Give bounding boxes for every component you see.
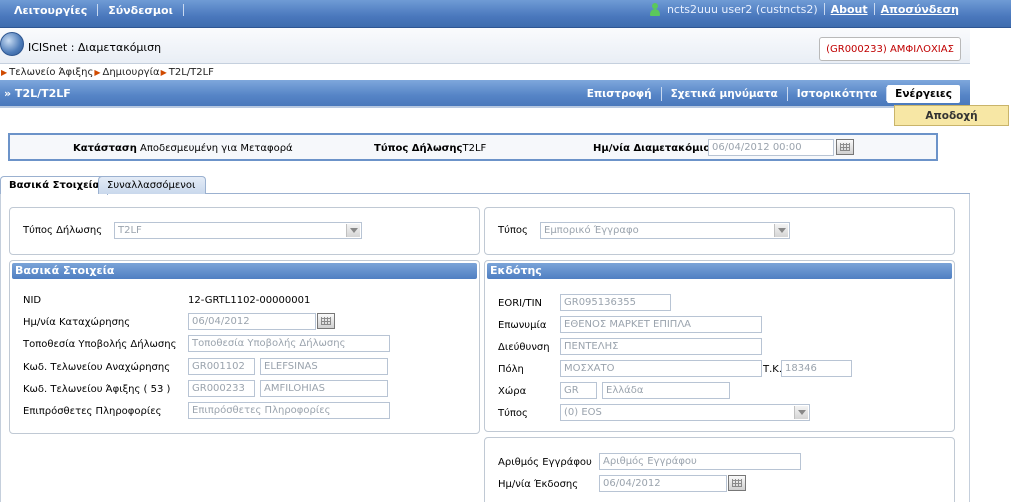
declaration-type-select[interactable]: T2LF: [114, 222, 362, 239]
declaration-type-value: T2LF: [118, 225, 142, 236]
status-type-value: T2LF: [462, 143, 487, 154]
company-name-label: Επωνυμία: [498, 320, 547, 331]
eori-input[interactable]: GR095136355: [560, 294, 671, 311]
departure-office-label: Κωδ. Τελωνείου Αναχώρησης: [23, 362, 171, 373]
breadcrumb-item[interactable]: Δημιουργία: [102, 67, 159, 78]
extra-info-input[interactable]: Επιπρόσθετες Πληροφορίες: [188, 402, 390, 419]
status-date-label: Ημ/νία Διαμετακόμισης: [593, 143, 725, 154]
office-badge: (GR000233) ΑΜΦΙΛΟΧΙΑΣ: [819, 37, 961, 61]
city-input[interactable]: ΜΟΣΧΑΤΟ: [560, 360, 762, 377]
arrival-office-name-input[interactable]: AMFILOHIAS: [260, 380, 388, 397]
document-type-value: Εμπορικό Έγγραφο: [544, 225, 639, 236]
nid-label: NID: [23, 295, 42, 306]
status-state-label: Κατάσταση: [73, 143, 137, 154]
logout-link[interactable]: Αποσύνδεση: [881, 3, 959, 16]
page-title-bar: » T2L/T2LF Επιστροφή Σχετικά μηνύματα Ισ…: [0, 80, 970, 108]
breadcrumb: ▶ Τελωνείο Άφιξης ▶ Δημιουργία ▶ T2L/T2L…: [0, 65, 214, 79]
basic-info-header: Βασικά Στοιχεία: [12, 263, 477, 279]
arrival-office-code-input[interactable]: GR000233: [188, 380, 255, 397]
nid-value: 12-GRTL1102-00000001: [188, 295, 311, 306]
location-input[interactable]: Τοποθεσία Υποβολής Δήλωσης: [188, 335, 390, 352]
arrival-office-label: Κωδ. Τελωνείου Άφιξης ( 53 ): [23, 384, 171, 395]
document-type-panel: Τύπος Εμπορικό Έγγραφο: [484, 207, 955, 255]
city-label: Πόλη: [498, 364, 524, 375]
user-name: ncts2uuu user2 (custncts2): [666, 2, 818, 16]
country-label: Χώρα: [498, 386, 527, 397]
user-divider: [823, 3, 825, 15]
registration-date-input[interactable]: 06/04/2012: [188, 313, 316, 330]
status-box: Κατάσταση Αποδεσμευμένη για Μεταφορά Τύπ…: [8, 133, 938, 161]
user-icon: [649, 2, 661, 16]
document-type-select[interactable]: Εμπορικό Έγγραφο: [540, 222, 790, 239]
extra-info-label: Επιπρόσθετες Πληροφορίες: [23, 406, 162, 417]
actions-menu-button[interactable]: Ενέργειες: [887, 85, 960, 103]
calendar-icon[interactable]: [836, 139, 854, 155]
calendar-icon[interactable]: [728, 475, 746, 491]
document-number-label: Αριθμός Εγγράφου: [498, 457, 592, 468]
address-input[interactable]: ΠΕΝΤΕΛΗΣ: [560, 338, 762, 355]
status-date: Ημ/νία Διαμετακόμισης: [593, 143, 724, 154]
postal-code-input[interactable]: 18346: [781, 360, 852, 377]
page-title: » T2L/T2LF: [4, 87, 71, 100]
breadcrumb-item[interactable]: Τελωνείο Άφιξης: [9, 67, 93, 78]
departure-office-name-input[interactable]: ELEFSINAS: [260, 358, 388, 375]
postal-code-label: Τ.Κ.: [763, 364, 783, 375]
issuer-type-label: Τύπος: [498, 408, 528, 419]
tab-strip: Βασικά Στοιχεία Συναλλασσόμενοι: [0, 176, 970, 195]
declaration-type-panel: Τύπος Δήλωσης T2LF: [9, 207, 480, 255]
tab-parties[interactable]: Συναλλασσόμενοι: [98, 176, 206, 194]
back-button[interactable]: Επιστροφή: [578, 88, 661, 100]
breadcrumb-arrow-icon: ▶: [160, 67, 167, 77]
chevron-down-icon[interactable]: [774, 224, 788, 237]
user-area: ncts2uuu user2 (custncts2) About Αποσύνδ…: [649, 0, 959, 18]
top-menu-bar: Λειτουργίες Σύνδεσμοι ncts2uuu user2 (cu…: [0, 0, 1011, 28]
status-state-value: Αποδεσμευμένη για Μεταφορά: [140, 143, 293, 154]
page-actions: Επιστροφή Σχετικά μηνύματα Ιστορικότητα …: [578, 84, 960, 104]
registration-date-label: Ημ/νία Καταχώρησης: [23, 317, 131, 328]
accept-menu-item[interactable]: Αποδοχή: [894, 105, 1009, 126]
issue-date-label: Ημ/νία Έκδοσης: [498, 479, 579, 490]
calendar-icon[interactable]: [317, 313, 335, 329]
country-name-input[interactable]: Ελλάδα: [602, 382, 730, 399]
user-divider: [873, 3, 875, 15]
related-messages-button[interactable]: Σχετικά μηνύματα: [662, 88, 787, 100]
departure-office-code-input[interactable]: GR001102: [188, 358, 255, 375]
country-code-input[interactable]: GR: [560, 382, 597, 399]
document-panel: Αριθμός Εγγράφου Αριθμός Εγγράφου Ημ/νία…: [484, 437, 955, 502]
status-type-label: Τύπος Δήλωσης: [374, 143, 463, 154]
issuer-panel: Εκδότης EORI/TIN GR095136355 Επωνυμία ΕΘ…: [484, 260, 955, 432]
menu-links[interactable]: Σύνδεσμοι: [98, 4, 183, 17]
document-number-input[interactable]: Αριθμός Εγγράφου: [599, 453, 801, 470]
eori-label: EORI/TIN: [498, 298, 542, 309]
status-type: Τύπος ΔήλωσηςT2LF: [374, 143, 486, 154]
document-type-label: Τύπος: [498, 225, 528, 236]
transit-date-input[interactable]: 06/04/2012 00:00: [708, 139, 834, 156]
globe-logo-icon: [0, 32, 24, 56]
company-name-input[interactable]: ΕΘΕΝΟΣ ΜΑΡΚΕΤ ΕΠΙΠΛΑ: [560, 316, 762, 333]
issuer-type-select[interactable]: (0) EOS: [560, 404, 810, 421]
issue-date-input[interactable]: 06/04/2012: [599, 475, 727, 492]
issuer-type-value: (0) EOS: [564, 407, 602, 418]
chevron-down-icon[interactable]: [346, 224, 360, 237]
history-button[interactable]: Ιστορικότητα: [788, 88, 886, 100]
declaration-type-label: Τύπος Δήλωσης: [23, 225, 103, 236]
breadcrumb-arrow-icon: ▶: [1, 67, 8, 77]
app-title: ICISnet : Διαμετακόμιση: [28, 41, 162, 54]
menu-functions[interactable]: Λειτουργίες: [4, 4, 97, 17]
issuer-header: Εκδότης: [487, 263, 952, 279]
menu-divider: [182, 4, 184, 16]
app-header: ICISnet : Διαμετακόμιση (GR000233) ΑΜΦΙΛ…: [0, 28, 970, 64]
breadcrumb-arrow-icon: ▶: [94, 67, 101, 77]
tab-basic-info[interactable]: Βασικά Στοιχεία: [0, 176, 109, 195]
status-state: Κατάσταση Αποδεσμευμένη για Μεταφορά: [73, 143, 293, 154]
about-link[interactable]: About: [831, 3, 868, 16]
location-label: Τοποθεσία Υποβολής Δήλωσης: [23, 339, 177, 350]
chevron-down-icon[interactable]: [794, 406, 808, 419]
address-label: Διεύθυνση: [498, 342, 550, 353]
basic-info-panel: Βασικά Στοιχεία NID 12-GRTL1102-00000001…: [9, 260, 480, 434]
main-menu: Λειτουργίες Σύνδεσμοι: [4, 0, 184, 20]
breadcrumb-item[interactable]: T2L/T2LF: [169, 67, 214, 78]
